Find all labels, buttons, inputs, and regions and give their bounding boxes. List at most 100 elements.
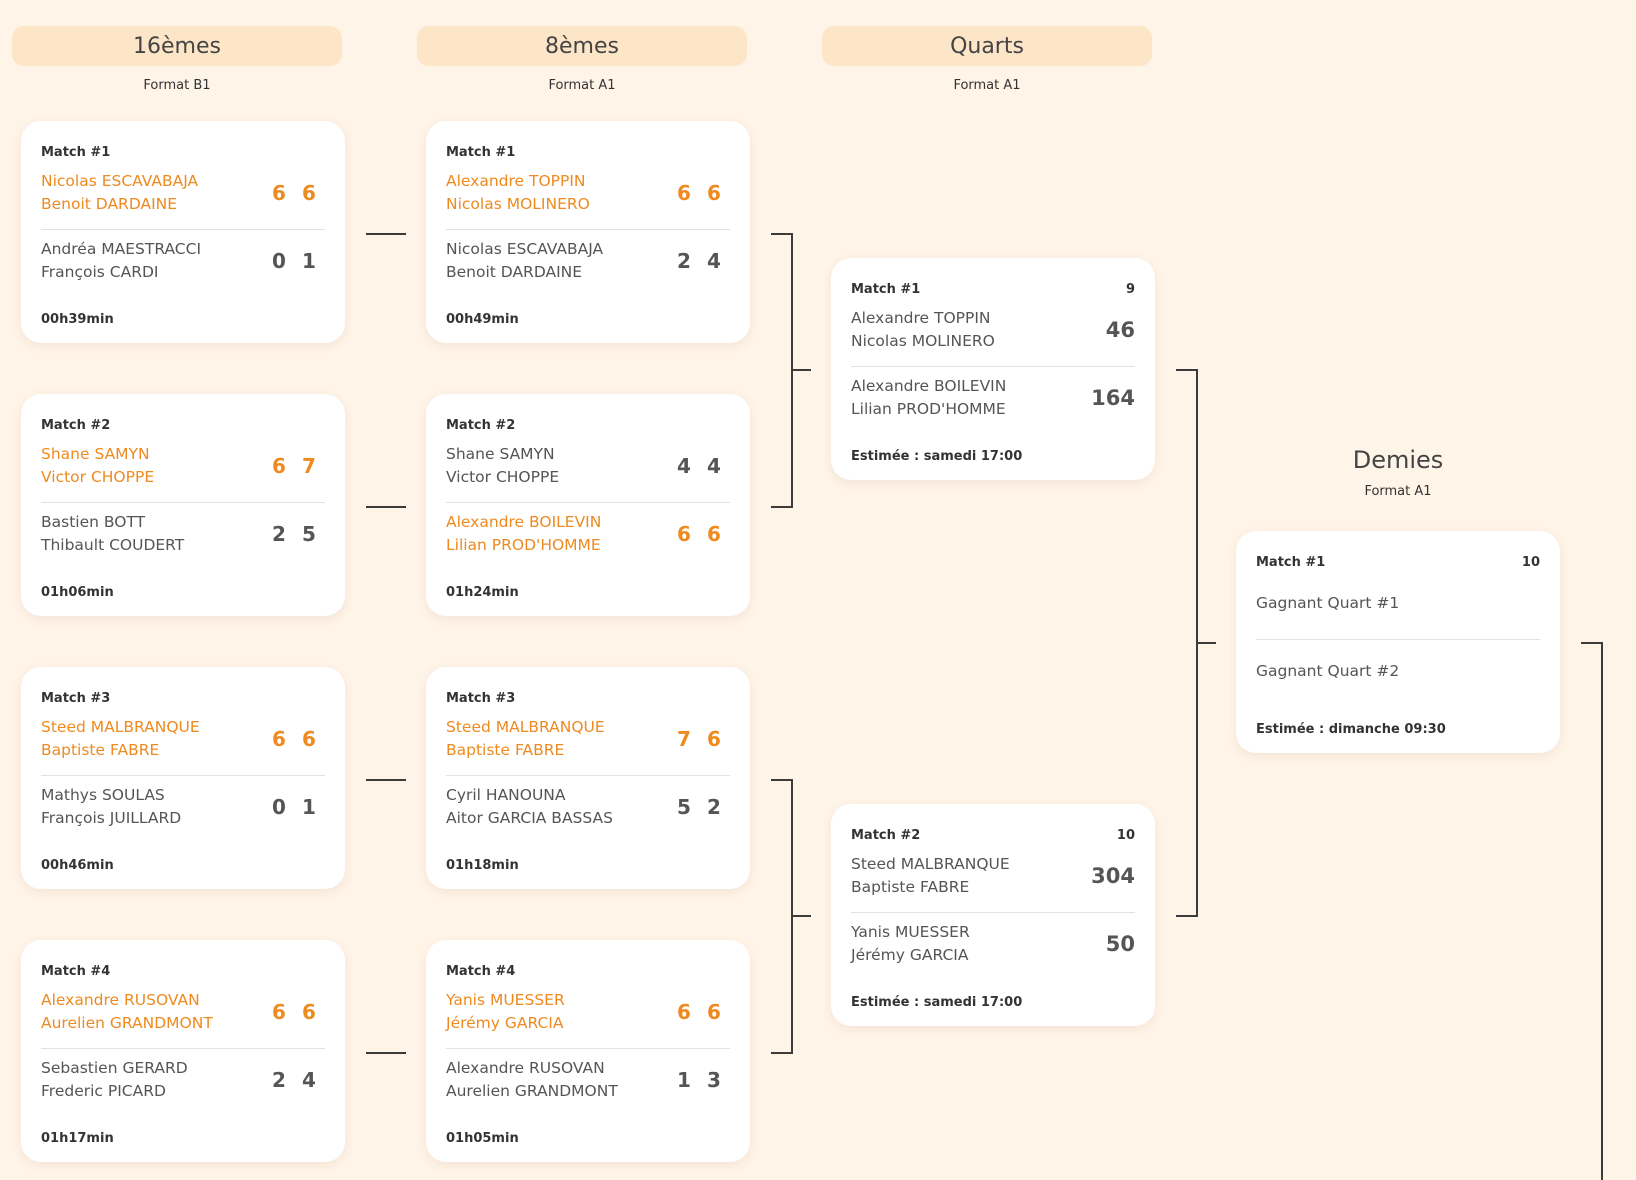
player-name: Nicolas ESCAVABAJA (41, 172, 199, 190)
match-card-8emes-2[interactable]: Match #2 Shane SAMYN Victor CHOPPE 44 Ale… (426, 394, 750, 616)
set-score: 1 (302, 795, 316, 819)
team-total: 46 (1105, 318, 1135, 342)
set-score: 6 (272, 1000, 286, 1024)
set-score: 3 (707, 1068, 721, 1092)
match-label: Match #2 (446, 418, 516, 433)
set-score: 0 (272, 795, 286, 819)
match-card-16emes-2[interactable]: Match #2 Shane SAMYN Victor CHOPPE 67 Bas… (21, 394, 345, 616)
set-score: 4 (707, 249, 721, 273)
divider (851, 366, 1135, 367)
team-row: Steed MALBRANQUE Baptiste FABRE 304 (851, 851, 1135, 901)
player-name: Alexandre BOILEVIN (851, 377, 1007, 395)
set-score: 6 (272, 454, 286, 478)
set-score: 6 (302, 1000, 316, 1024)
match-duration: 00h39min (41, 312, 114, 327)
match-card-16emes-4[interactable]: Match #4 Alexandre RUSOVAN Aurelien GRAND… (21, 940, 345, 1162)
team-row: Alexandre TOPPIN Nicolas MOLINERO 46 (851, 305, 1135, 355)
team-row: Andréa MAESTRACCI François CARDI 01 (41, 236, 325, 286)
team-row: Sebastien GERARD Frederic PICARD 24 (41, 1055, 325, 1105)
round-header-demies: Demies (1352, 446, 1444, 474)
match-label: Match #4 (41, 964, 111, 979)
match-label: Match #1 (446, 145, 516, 160)
divider (446, 229, 730, 230)
team-row: Mathys SOULAS François JUILLARD 01 (41, 782, 325, 832)
connector-bracket (771, 233, 793, 235)
round-header-8emes: 8èmes (417, 26, 747, 66)
set-score: 4 (302, 1068, 316, 1092)
connector-bracket (771, 1052, 793, 1054)
connector-bracket (771, 779, 793, 781)
player-name: Lilian PROD'HOMME (851, 400, 1006, 418)
match-label: Match #1 (1256, 555, 1326, 570)
player-name: Thibault COUDERT (41, 536, 185, 554)
match-label: Match #1 (851, 282, 921, 297)
match-card-demies-1[interactable]: Match #1 10 Gagnant Quart #1 Gagnant Quar… (1236, 531, 1560, 753)
player-name: Aurelien GRANDMONT (446, 1082, 618, 1100)
player-name: Lilian PROD'HOMME (446, 536, 601, 554)
team-row-winner: Shane SAMYN Victor CHOPPE 67 (41, 441, 325, 491)
set-score: 6 (677, 181, 691, 205)
team-row-winner: Yanis MUESSER Jérémy GARCIA 66 (446, 987, 730, 1037)
set-score: 6 (677, 1000, 691, 1024)
round-format-demies: Format A1 (1364, 484, 1432, 499)
set-score: 2 (272, 1068, 286, 1092)
player-name: Benoit DARDAINE (446, 263, 583, 281)
player-name: François JUILLARD (41, 809, 182, 827)
player-name: Sebastien GERARD (41, 1059, 188, 1077)
set-score: 4 (677, 454, 691, 478)
match-card-8emes-3[interactable]: Match #3 Steed MALBRANQUE Baptiste FABRE … (426, 667, 750, 889)
connector-line (366, 233, 406, 235)
divider (446, 775, 730, 776)
match-card-8emes-4[interactable]: Match #4 Yanis MUESSER Jérémy GARCIA 66 A… (426, 940, 750, 1162)
player-name: Steed MALBRANQUE (851, 855, 1010, 873)
court-number: 9 (1125, 282, 1135, 297)
team-row-winner: Alexandre RUSOVAN Aurelien GRANDMONT 66 (41, 987, 325, 1037)
winner-placeholder: Gagnant Quart #1 (1256, 594, 1400, 612)
team-row: Nicolas ESCAVABAJA Benoit DARDAINE 24 (446, 236, 730, 286)
match-card-8emes-1[interactable]: Match #1 Alexandre TOPPIN Nicolas MOLINER… (426, 121, 750, 343)
set-score: 4 (707, 454, 721, 478)
match-card-quarts-1[interactable]: Match #1 9 Alexandre TOPPIN Nicolas MOLINE… (831, 258, 1155, 480)
match-label: Match #4 (446, 964, 516, 979)
connector-bracket (1196, 642, 1216, 644)
match-duration: 01h24min (446, 585, 519, 600)
match-card-16emes-3[interactable]: Match #3 Steed MALBRANQUE Baptiste FABRE … (21, 667, 345, 889)
player-name: Shane SAMYN (41, 445, 150, 463)
match-card-16emes-1[interactable]: Match #1 Nicolas ESCAVABAJA Benoit DARDAI… (21, 121, 345, 343)
player-name: Aurelien GRANDMONT (41, 1014, 213, 1032)
player-name: Nicolas MOLINERO (446, 195, 590, 213)
set-score: 6 (707, 181, 721, 205)
player-name: François CARDI (41, 263, 159, 281)
player-name: Aitor GARCIA BASSAS (446, 809, 613, 827)
connector-bracket (791, 915, 811, 917)
connector-bracket (1581, 642, 1603, 644)
match-card-quarts-2[interactable]: Match #2 10 Steed MALBRANQUE Baptiste FABR… (831, 804, 1155, 1026)
player-name: Nicolas MOLINERO (851, 332, 995, 350)
team-total: 50 (1105, 932, 1135, 956)
divider (41, 229, 325, 230)
divider (1256, 639, 1540, 640)
court-number: 10 (1521, 555, 1540, 570)
team-row: Yanis MUESSER Jérémy GARCIA 50 (851, 919, 1135, 969)
divider (851, 912, 1135, 913)
player-name: Alexandre RUSOVAN (446, 1059, 605, 1077)
player-name: Jérémy GARCIA (446, 1014, 564, 1032)
team-row-winner: Nicolas ESCAVABAJA Benoit DARDAINE 66 (41, 168, 325, 218)
set-score: 6 (707, 1000, 721, 1024)
divider (41, 502, 325, 503)
winner-placeholder: Gagnant Quart #2 (1256, 662, 1400, 680)
player-name: Victor CHOPPE (446, 468, 560, 486)
round-format-8emes: Format A1 (548, 78, 616, 93)
court-number: 10 (1116, 828, 1135, 843)
player-name: Yanis MUESSER (851, 923, 970, 941)
team-row: Alexandre RUSOVAN Aurelien GRANDMONT 13 (446, 1055, 730, 1105)
divider (41, 1048, 325, 1049)
player-name: Alexandre TOPPIN (446, 172, 586, 190)
player-name: Shane SAMYN (446, 445, 555, 463)
connector-bracket (1176, 369, 1198, 371)
match-duration: 01h05min (446, 1131, 519, 1146)
team-row: Bastien BOTT Thibault COUDERT 25 (41, 509, 325, 559)
player-name: Mathys SOULAS (41, 786, 165, 804)
set-score: 6 (302, 181, 316, 205)
player-name: Benoit DARDAINE (41, 195, 178, 213)
